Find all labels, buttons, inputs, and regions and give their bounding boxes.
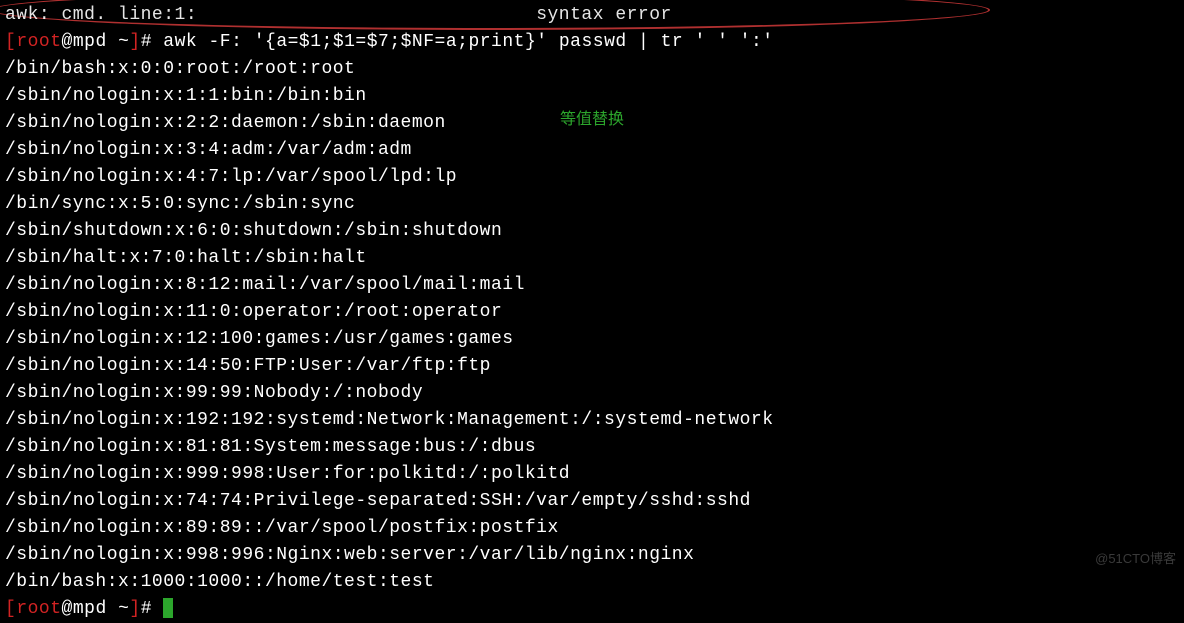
command-line[interactable]: [root@mpd ~]# awk -F: '{a=$1;$1=$7;$NF=a… <box>5 29 1179 56</box>
prompt-host: mpd <box>73 32 107 52</box>
output-line: /sbin/nologin:x:11:0:operator:/root:oper… <box>5 299 1179 326</box>
prompt-bracket-close: ] <box>129 32 140 52</box>
output-line: /sbin/nologin:x:89:89::/var/spool/postfi… <box>5 515 1179 542</box>
output-line: /sbin/nologin:x:81:81:System:message:bus… <box>5 434 1179 461</box>
prompt-path: ~ <box>118 32 129 52</box>
partial-top-line: awk: cmd. line:1: syntax error <box>5 2 1179 29</box>
cursor-block <box>163 598 173 618</box>
output-line: /sbin/nologin:x:74:74:Privilege-separate… <box>5 488 1179 515</box>
output-line: /sbin/halt:x:7:0:halt:/sbin:halt <box>5 245 1179 272</box>
annotation-label: 等值替换 <box>560 108 624 132</box>
output-line: /bin/bash:x:1000:1000::/home/test:test <box>5 569 1179 596</box>
output-line: /sbin/nologin:x:8:12:mail:/var/spool/mai… <box>5 272 1179 299</box>
output-line: /sbin/nologin:x:3:4:adm:/var/adm:adm <box>5 137 1179 164</box>
output-line: /sbin/shutdown:x:6:0:shutdown:/sbin:shut… <box>5 218 1179 245</box>
output-line: /sbin/nologin:x:998:996:Nginx:web:server… <box>5 542 1179 569</box>
prompt-user: root <box>16 32 61 52</box>
output-line: /sbin/nologin:x:99:99:Nobody:/:nobody <box>5 380 1179 407</box>
output-line: /sbin/nologin:x:14:50:FTP:User:/var/ftp:… <box>5 353 1179 380</box>
output-line: /sbin/nologin:x:999:998:User:for:polkitd… <box>5 461 1179 488</box>
terminal-output: /bin/bash:x:0:0:root:/root:root/sbin/nol… <box>5 56 1179 596</box>
prompt-hash: # <box>141 32 164 52</box>
output-line: /bin/sync:x:5:0:sync:/sbin:sync <box>5 191 1179 218</box>
prompt-bracket-open: [ <box>5 32 16 52</box>
output-line: /sbin/nologin:x:1:1:bin:/bin:bin <box>5 83 1179 110</box>
output-line: /sbin/nologin:x:12:100:games:/usr/games:… <box>5 326 1179 353</box>
output-line: /sbin/nologin:x:192:192:systemd:Network:… <box>5 407 1179 434</box>
output-line: /bin/bash:x:0:0:root:/root:root <box>5 56 1179 83</box>
prompt-at: @ <box>62 32 73 52</box>
command-text: awk -F: '{a=$1;$1=$7;$NF=a;print}' passw… <box>163 32 773 52</box>
prompt-idle-line[interactable]: [root@mpd ~]# <box>5 596 1179 623</box>
output-line: /sbin/nologin:x:4:7:lp:/var/spool/lpd:lp <box>5 164 1179 191</box>
watermark-text: @51CTO博客 <box>1095 549 1176 569</box>
